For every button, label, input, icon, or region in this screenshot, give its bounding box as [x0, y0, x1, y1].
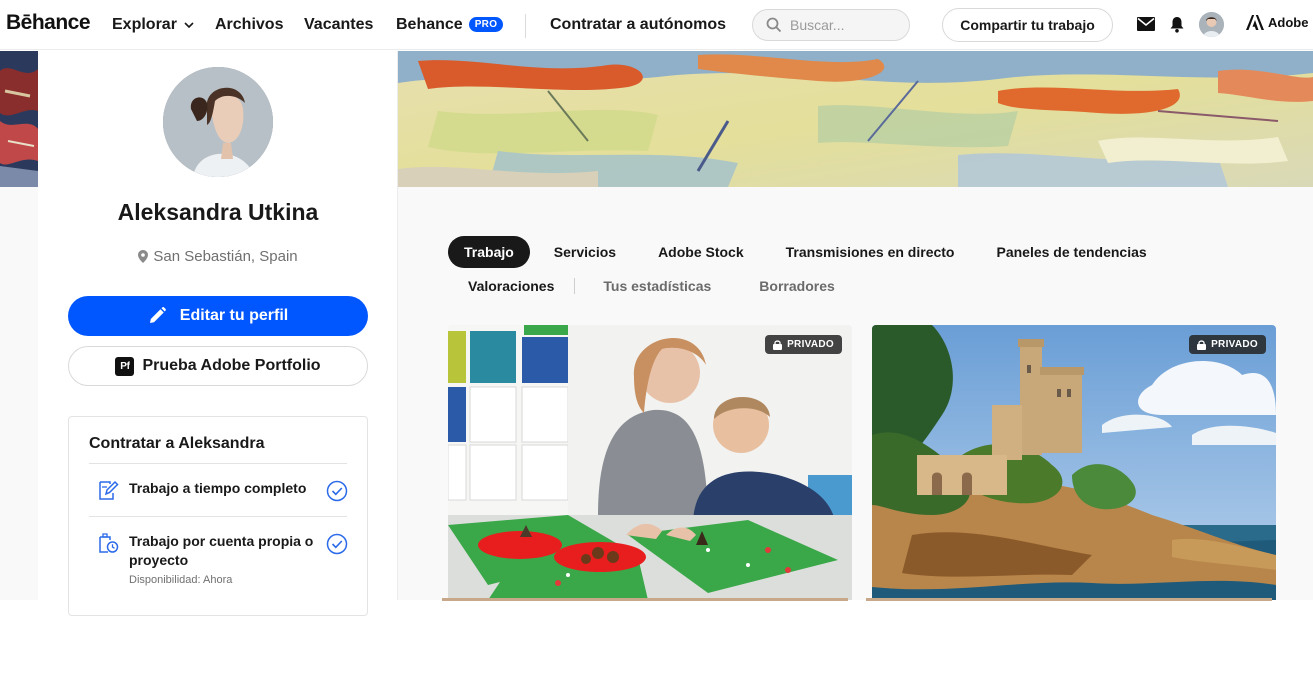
lock-icon	[1197, 339, 1207, 350]
nav-explore[interactable]: Explorar	[112, 16, 195, 34]
hire-option-freelance-label: Trabajo por cuenta propia o proyecto Dis…	[129, 532, 313, 590]
profile-name: Aleksandra Utkina	[117, 199, 319, 225]
hire-option-fulltime[interactable]: Trabajo a tiempo completo	[97, 479, 306, 501]
adobe-portfolio-label: Prueba Adobe Portfolio	[142, 357, 321, 374]
top-navigation: Bēhance Explorar Archivos Vacantes Behan…	[0, 0, 1313, 50]
hire-option-freelance-line1: Trabajo por cuenta propia o	[129, 533, 314, 549]
project-thumbnail	[448, 325, 852, 600]
nav-behance-pro[interactable]: Behance PRO	[396, 16, 504, 34]
tab-adobe-stock[interactable]: Adobe Stock	[642, 236, 760, 268]
project-card[interactable]: PRIVADO	[872, 325, 1276, 600]
edit-profile-label: Editar tu perfil	[179, 307, 289, 324]
hire-option-freelance[interactable]: Trabajo por cuenta propia o proyecto Dis…	[97, 532, 313, 590]
freelance-clock-icon	[99, 533, 119, 553]
tab-livestreams[interactable]: Transmisiones en directo	[770, 236, 971, 268]
tab-services[interactable]: Servicios	[538, 236, 632, 268]
tab-insights[interactable]: Tus estadísticas	[587, 270, 727, 302]
share-work-button[interactable]: Compartir tu trabajo	[942, 8, 1113, 42]
tab-drafts[interactable]: Borradores	[743, 270, 850, 302]
private-badge: PRIVADO	[1189, 335, 1266, 354]
document-edit-icon	[99, 480, 119, 500]
card-footer-strip	[442, 598, 848, 601]
adobe-portfolio-button[interactable]: Pf Prueba Adobe Portfolio	[68, 346, 368, 386]
tab-appreciations[interactable]: Valoraciones	[448, 270, 570, 302]
hire-divider	[89, 516, 347, 517]
checkmark-circle-icon[interactable]	[326, 480, 348, 502]
search-input[interactable]	[790, 17, 900, 33]
nav-divider	[525, 14, 526, 38]
nav-explore-label: Explorar	[112, 16, 177, 33]
portfolio-icon: Pf	[115, 356, 135, 376]
adobe-label: Adobe	[1268, 15, 1309, 30]
tab-separator	[574, 278, 576, 294]
nav-behance-label: Behance	[396, 16, 463, 33]
pro-badge: PRO	[468, 17, 504, 32]
project-card[interactable]: PRIVADO	[448, 325, 852, 600]
chevron-down-icon	[184, 22, 194, 29]
avatar-image	[1199, 12, 1224, 37]
card-footer-strip	[866, 598, 1272, 601]
search-box[interactable]	[752, 9, 910, 41]
tab-work[interactable]: Trabajo	[448, 236, 530, 268]
envelope-icon	[1137, 17, 1155, 31]
cover-image-left	[0, 51, 38, 187]
profile-avatar[interactable]	[163, 67, 273, 177]
hire-divider	[89, 463, 347, 464]
private-label: PRIVADO	[1211, 339, 1258, 350]
project-thumbnail	[872, 325, 1276, 600]
behance-logo[interactable]: Bēhance	[6, 11, 91, 35]
hire-panel: Contratar a Aleksandra Trabajo a tiempo …	[68, 416, 368, 616]
notifications-button[interactable]	[1167, 14, 1187, 34]
location-pin-icon	[138, 250, 149, 263]
adobe-link[interactable]: Adobe	[1246, 15, 1308, 30]
hire-option-freelance-line2: proyecto	[129, 552, 189, 568]
location-text: San Sebastián, Spain	[153, 248, 298, 265]
profile-sidebar: Aleksandra Utkina San Sebastián, Spain E…	[38, 51, 398, 616]
hire-title: Contratar a Aleksandra	[89, 435, 265, 452]
bell-icon	[1170, 16, 1184, 33]
profile-tabs: Trabajo Servicios Adobe Stock Transmisio…	[448, 236, 1163, 268]
edit-profile-button[interactable]: Editar tu perfil	[68, 296, 368, 336]
profile-location: San Sebastián, Spain	[38, 248, 398, 265]
adobe-logo-icon	[1246, 15, 1264, 30]
cover-painting	[398, 51, 1313, 187]
private-label: PRIVADO	[787, 339, 834, 350]
nav-jobs[interactable]: Vacantes	[304, 16, 373, 34]
lock-icon	[773, 339, 783, 350]
user-avatar-menu[interactable]	[1199, 12, 1224, 37]
private-badge: PRIVADO	[765, 335, 842, 354]
profile-photo	[163, 67, 273, 177]
hire-option-fulltime-label: Trabajo a tiempo completo	[129, 480, 307, 496]
tab-moodboards[interactable]: Paneles de tendencias	[980, 236, 1162, 268]
left-gutter	[0, 187, 38, 600]
profile-tabs-secondary: Valoraciones Tus estadísticas Borradores	[448, 270, 851, 302]
pencil-icon	[149, 307, 166, 323]
availability-text: Disponibilidad: Ahora	[129, 574, 233, 586]
nav-files[interactable]: Archivos	[215, 16, 283, 34]
checkmark-circle-icon[interactable]	[326, 533, 348, 555]
cover-painting-left	[0, 51, 38, 187]
nav-hire-freelancers[interactable]: Contratar a autónomos	[550, 16, 726, 34]
search-icon	[766, 17, 782, 33]
messages-button[interactable]	[1136, 14, 1156, 34]
cover-image	[398, 51, 1313, 187]
